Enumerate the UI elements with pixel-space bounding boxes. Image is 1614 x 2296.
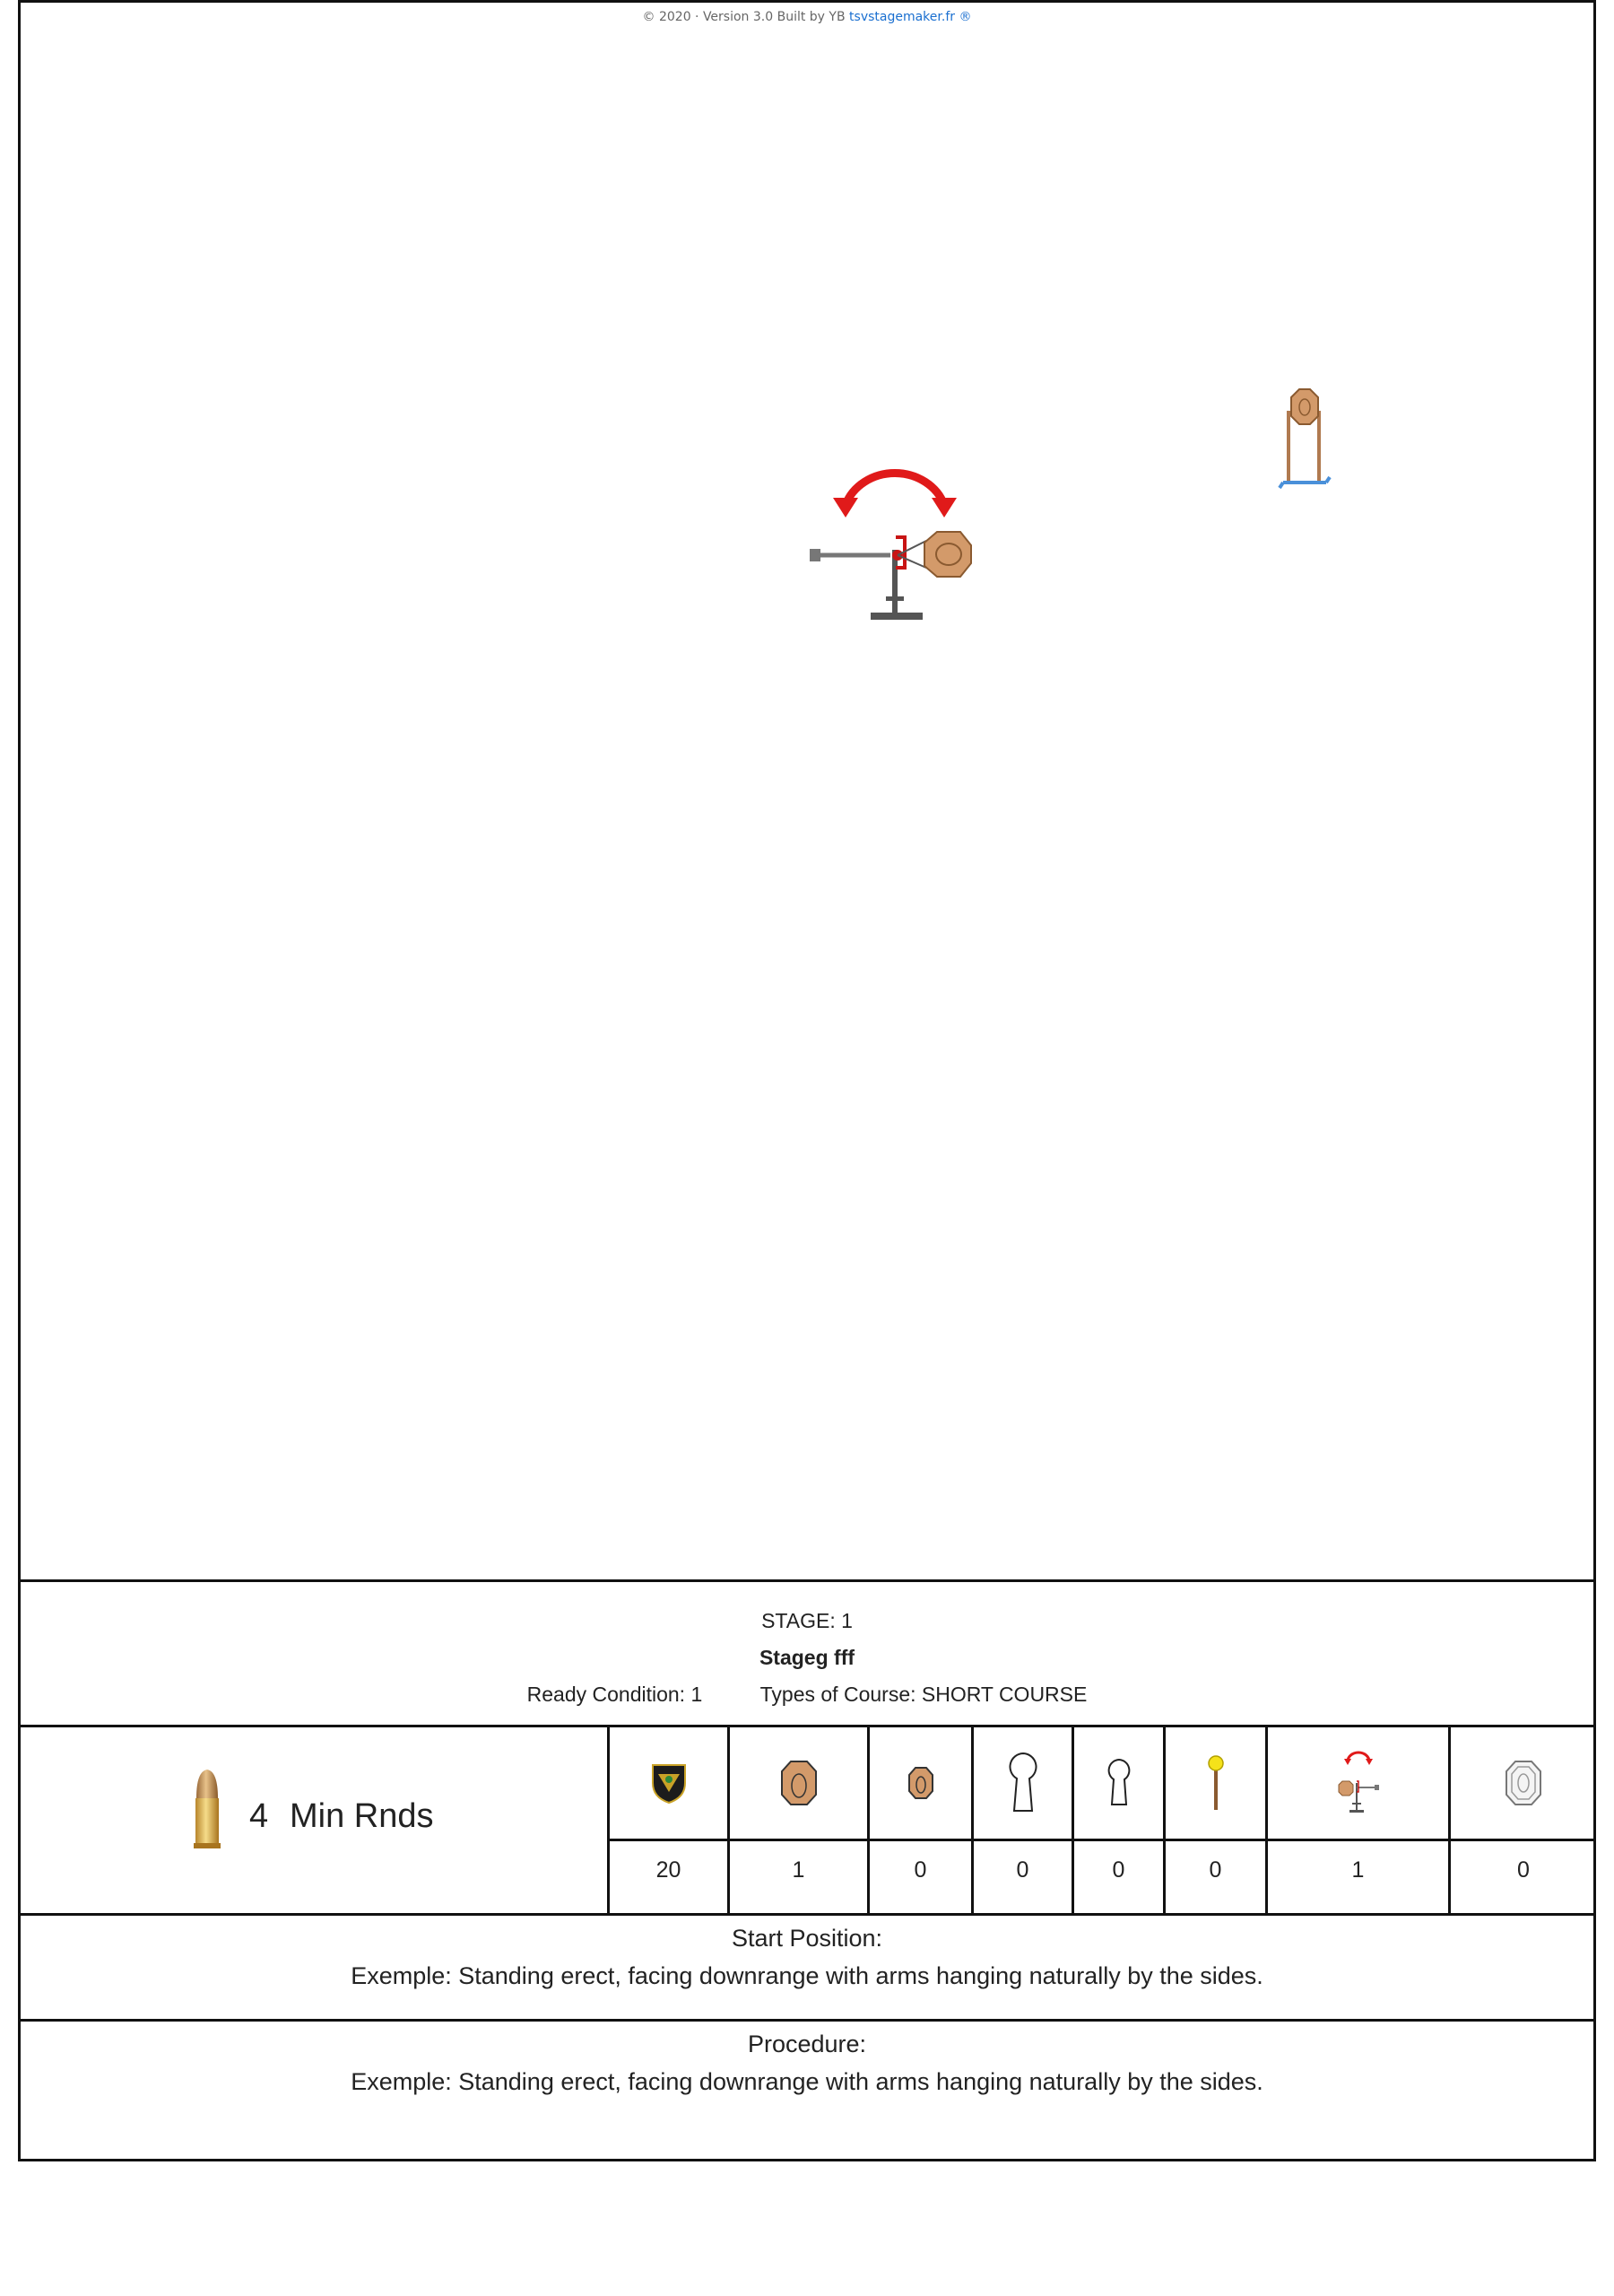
start-position-section: Start Position: Exemple: Standing erect,… <box>21 1913 1593 2021</box>
plate-icon <box>1207 1755 1224 1810</box>
course-type-value: SHORT COURSE <box>921 1683 1088 1706</box>
bullet-icon <box>194 1770 221 1848</box>
mini-paper-target-icon <box>907 1767 933 1799</box>
targets-table: 4 Min Rnds 20 1 0 0 0 0 1 0 <box>21 1725 1596 1915</box>
stage-canvas[interactable] <box>21 39 1593 1581</box>
copyright-text: © 2020 · Version 3.0 Built by YB <box>642 10 846 24</box>
swinger-target-icon[interactable] <box>810 442 989 631</box>
target-count-plate: 0 <box>1209 1857 1222 1883</box>
stage-name: Stageg fff <box>759 1646 855 1669</box>
popper-icon <box>1008 1752 1037 1812</box>
target-count-swinger: 1 <box>1351 1857 1365 1883</box>
target-count-popper: 0 <box>1016 1857 1029 1883</box>
target-column-swinger: 1 <box>1268 1727 1451 1915</box>
procedure-title: Procedure: <box>747 2031 867 2057</box>
target-count-shield: 20 <box>655 1857 681 1883</box>
ready-condition-line: Ready Condition: 1 Types of Course: SHOR… <box>21 1683 1593 1707</box>
target-count-mini-paper: 0 <box>914 1857 927 1883</box>
ready-condition-label: Ready Condition: <box>526 1683 686 1706</box>
mini-popper-icon <box>1107 1758 1130 1805</box>
paper-target-icon <box>780 1761 817 1805</box>
min-rounds-label: Min Rnds <box>290 1797 434 1835</box>
target-column-paper: 1 <box>730 1727 870 1915</box>
copyright-footer: © 2020 · Version 3.0 Built by YB tsvstag… <box>21 10 1593 24</box>
stage-header: STAGE: 1 Stageg fff Ready Condition: 1 T… <box>21 1579 1593 1726</box>
course-type-label: Types of Course: <box>759 1683 916 1706</box>
procedure-text: Exemple: Standing erect, facing downrang… <box>351 2068 1263 2095</box>
target-count-paper: 1 <box>792 1857 805 1883</box>
site-link[interactable]: tsvstagemaker.fr ® <box>849 10 971 24</box>
start-position-title: Start Position: <box>731 1925 883 1952</box>
swinger-target-icon <box>1338 1751 1379 1813</box>
procedure-section: Procedure: Exemple: Standing erect, faci… <box>21 2019 1593 2164</box>
min-rounds-cell: 4 Min Rnds <box>21 1727 610 1915</box>
target-column-mini-paper: 0 <box>870 1727 974 1915</box>
target-column-mini-popper: 0 <box>1074 1727 1166 1915</box>
standing-target-icon[interactable] <box>1278 384 1332 491</box>
stage-label: STAGE: <box>761 1609 836 1632</box>
target-count-no-shoot: 0 <box>1517 1857 1530 1883</box>
min-rounds-count: 4 <box>249 1797 269 1835</box>
stage-number-line: STAGE: 1 <box>21 1609 1593 1633</box>
shield-badge-icon <box>651 1764 686 1805</box>
target-column-shield: 20 <box>610 1727 730 1915</box>
target-column-no-shoot: 0 <box>1451 1727 1596 1915</box>
target-column-plate: 0 <box>1166 1727 1268 1915</box>
target-count-mini-popper: 0 <box>1112 1857 1125 1883</box>
start-position-text: Exemple: Standing erect, facing downrang… <box>351 1962 1263 1989</box>
target-column-popper: 0 <box>974 1727 1074 1915</box>
stage-sheet: © 2020 · Version 3.0 Built by YB tsvstag… <box>18 0 1596 2161</box>
ready-condition-value: 1 <box>690 1683 703 1706</box>
stage-number: 1 <box>841 1609 853 1632</box>
no-shoot-target-icon <box>1506 1761 1541 1805</box>
